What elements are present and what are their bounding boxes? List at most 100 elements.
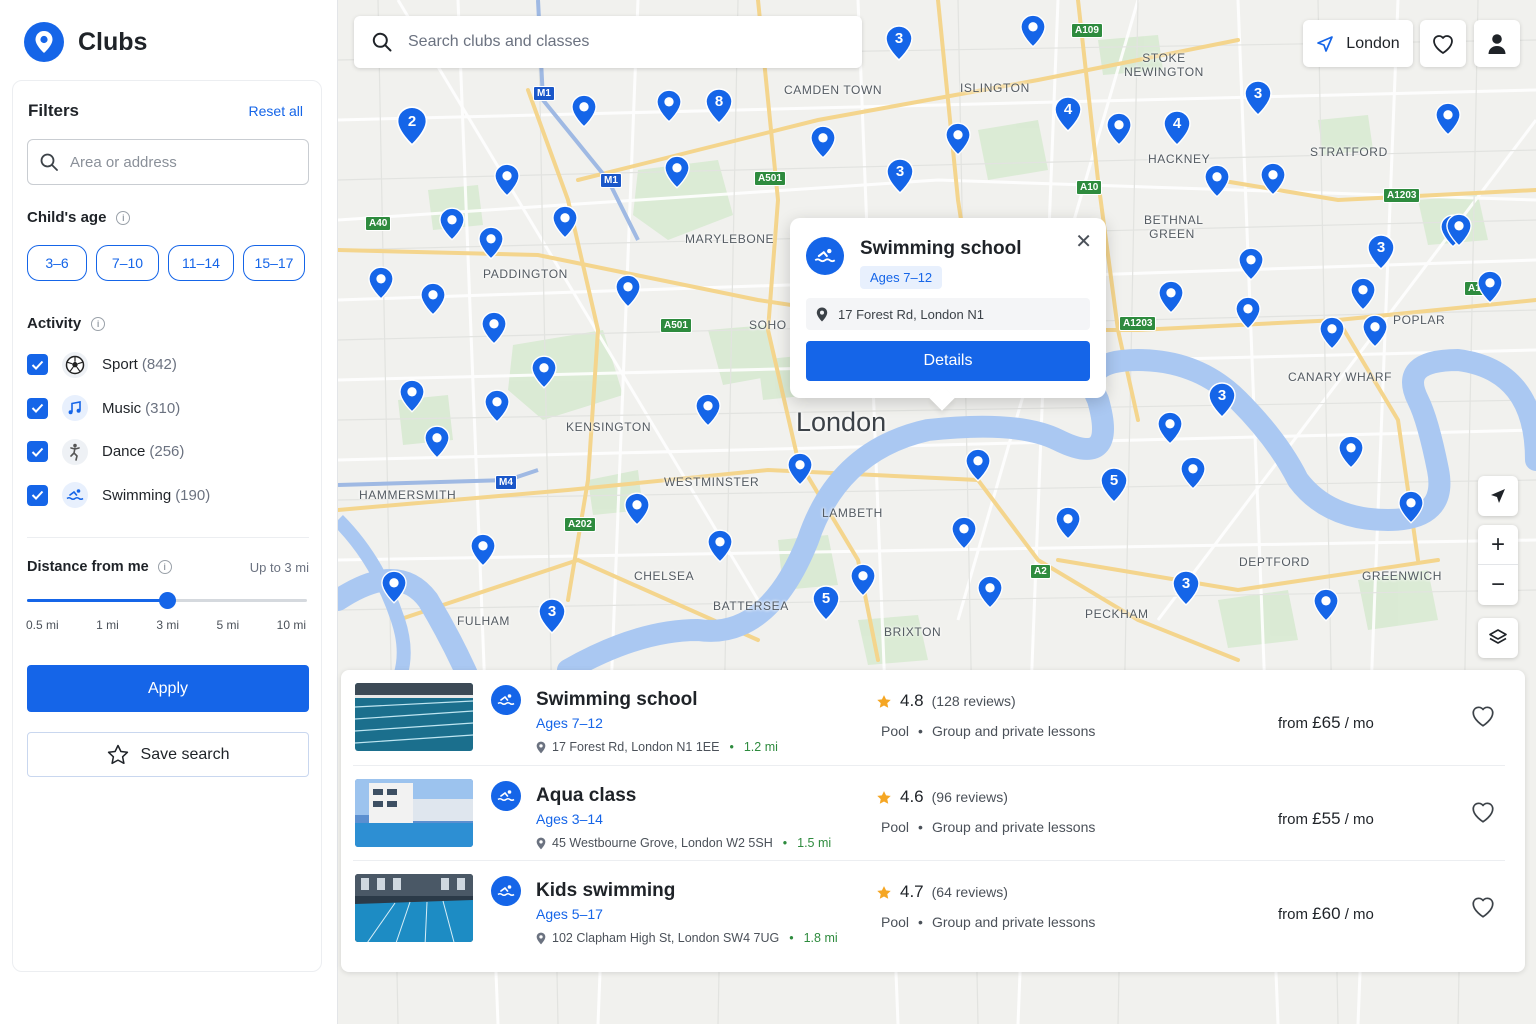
activity-row-swimming[interactable]: Swimming (190) (27, 474, 309, 518)
club-pin[interactable] (494, 163, 520, 202)
club-pin[interactable] (470, 533, 496, 572)
area-search-field[interactable] (27, 139, 309, 185)
club-pin[interactable] (1238, 247, 1264, 286)
club-pin[interactable] (399, 379, 425, 418)
cluster-pin[interactable]: 3 (1367, 234, 1395, 271)
result-title[interactable]: Aqua class (536, 785, 636, 807)
club-pin[interactable] (624, 492, 650, 531)
activity-row-music[interactable]: Music (310) (27, 387, 309, 431)
close-icon[interactable]: ✕ (1075, 232, 1092, 252)
club-pin[interactable] (1362, 314, 1388, 353)
favorite-heart-icon[interactable] (1470, 800, 1496, 829)
profile-button[interactable] (1474, 20, 1520, 67)
cluster-pin[interactable]: 3 (1244, 80, 1272, 117)
club-pin[interactable] (1350, 277, 1376, 316)
cluster-pin[interactable]: 8 (705, 88, 733, 125)
activity-row-dance[interactable]: Dance (256) (27, 430, 309, 474)
activity-row-sport[interactable]: Sport (842) (27, 343, 309, 387)
favorites-button[interactable] (1420, 20, 1466, 67)
checkbox-checked-icon[interactable] (27, 484, 48, 506)
map-layers-button[interactable] (1478, 618, 1518, 658)
club-pin[interactable] (1157, 411, 1183, 450)
cluster-pin[interactable]: 3 (885, 25, 913, 62)
club-pin[interactable] (1260, 162, 1286, 201)
club-pin[interactable] (1055, 506, 1081, 545)
cluster-pin[interactable]: 5 (812, 585, 840, 622)
brand[interactable]: Clubs (24, 22, 147, 62)
club-pin[interactable] (484, 389, 510, 428)
club-pin[interactable] (1398, 490, 1424, 529)
club-pin[interactable] (552, 205, 578, 244)
cluster-pin[interactable]: 3 (886, 158, 914, 195)
favorite-heart-icon[interactable] (1470, 704, 1496, 733)
age-chip-3-6[interactable]: 3–6 (27, 245, 87, 281)
zoom-out-button[interactable]: − (1478, 565, 1518, 605)
cluster-pin[interactable]: 5 (1100, 467, 1128, 504)
result-title[interactable]: Kids swimming (536, 880, 675, 902)
club-pin[interactable] (1106, 112, 1132, 151)
cluster-pin[interactable]: 3 (1208, 382, 1236, 419)
info-icon[interactable]: i (157, 560, 172, 574)
club-pin[interactable] (1235, 296, 1261, 335)
club-pin[interactable] (420, 282, 446, 321)
favorite-heart-icon[interactable] (1470, 895, 1496, 924)
club-pin[interactable] (695, 393, 721, 432)
club-pin[interactable] (615, 274, 641, 313)
club-pin[interactable] (478, 226, 504, 265)
cluster-pin[interactable]: 3 (538, 598, 566, 635)
cluster-pin[interactable]: 4 (1163, 110, 1191, 147)
club-pin[interactable] (656, 89, 682, 128)
club-pin[interactable] (1020, 14, 1046, 53)
save-search-button[interactable]: Save search (27, 732, 309, 777)
club-pin[interactable] (1180, 456, 1206, 495)
club-pin[interactable] (571, 94, 597, 133)
club-pin[interactable] (810, 125, 836, 164)
club-pin[interactable] (664, 155, 690, 194)
reset-all-link[interactable]: Reset all (249, 103, 303, 119)
zoom-in-button[interactable]: + (1478, 525, 1518, 565)
my-location-button[interactable] (1478, 476, 1518, 516)
cluster-pin[interactable]: 3 (1172, 570, 1200, 607)
location-button[interactable]: London (1303, 20, 1413, 67)
area-input[interactable] (70, 153, 290, 171)
club-pin[interactable] (977, 575, 1003, 614)
checkbox-checked-icon[interactable] (27, 441, 48, 463)
cluster-pin[interactable]: 4 (1054, 96, 1082, 133)
result-title[interactable]: Swimming school (536, 689, 698, 711)
club-pin[interactable] (850, 563, 876, 602)
club-pin[interactable] (787, 452, 813, 491)
age-chip-11-14[interactable]: 11–14 (168, 245, 234, 281)
map-search-bar[interactable] (354, 16, 862, 68)
club-pin[interactable] (481, 311, 507, 350)
info-icon[interactable]: i (91, 316, 106, 331)
club-pin[interactable] (1477, 270, 1503, 309)
slider-thumb[interactable] (159, 592, 176, 609)
club-pin[interactable] (1435, 102, 1461, 141)
checkbox-checked-icon[interactable] (27, 397, 48, 419)
club-pin[interactable] (965, 448, 991, 487)
details-button[interactable]: Details (806, 341, 1090, 381)
info-icon[interactable]: i (116, 210, 131, 225)
checkbox-checked-icon[interactable] (27, 354, 48, 376)
apply-button[interactable]: Apply (27, 665, 309, 712)
club-pin[interactable] (707, 529, 733, 568)
age-chip-7-10[interactable]: 7–10 (96, 245, 159, 281)
club-pin[interactable] (424, 425, 450, 464)
club-pin[interactable] (439, 207, 465, 246)
club-pin[interactable] (368, 266, 394, 305)
club-pin[interactable] (1158, 280, 1184, 319)
club-pin[interactable] (1204, 164, 1230, 203)
club-pin[interactable] (1319, 316, 1345, 355)
distance-slider[interactable] (27, 592, 307, 609)
club-pin[interactable] (531, 355, 557, 394)
club-pin[interactable] (945, 122, 971, 161)
cluster-pin[interactable]: 2 (396, 106, 428, 147)
club-pin[interactable] (1338, 435, 1364, 474)
map-search-input[interactable] (408, 33, 808, 51)
club-pin[interactable] (381, 570, 407, 609)
club-pin[interactable] (1313, 588, 1339, 627)
club-pin[interactable] (951, 516, 977, 555)
age-chip-15-17[interactable]: 15–17 (243, 245, 305, 281)
result-row[interactable]: Aqua class Ages 3–14 45 Westbourne Grove… (353, 765, 1505, 860)
result-row[interactable]: Swimming school Ages 7–12 17 Forest Rd, … (353, 670, 1505, 765)
